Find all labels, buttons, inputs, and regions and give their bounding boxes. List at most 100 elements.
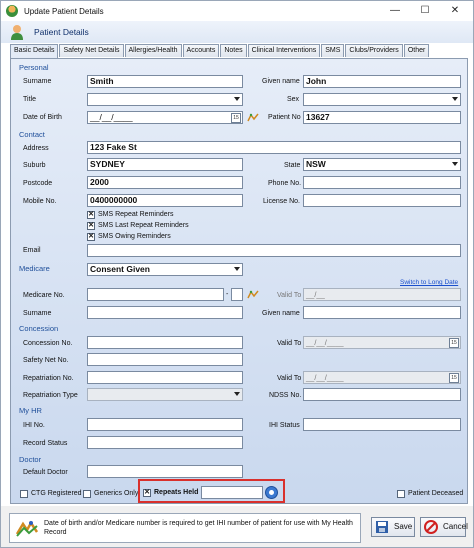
patient-no-field: 13627 [303,111,461,124]
state-value: NSW [306,159,326,169]
concession-valid-to-value: __/__/____ [306,338,344,347]
update-patient-window: Update Patient Details — ☐ ✕ Patient Det… [0,0,474,548]
repeats-held-checkbox[interactable]: ✕ [143,489,151,497]
sms-last-repeat-checkbox[interactable]: ✕ [87,222,95,230]
tab-clubs-providers[interactable]: Clubs/Providers [345,44,403,57]
tab-strip: Basic Details Safety Net Details Allergi… [10,44,430,58]
calendar-icon[interactable]: 15 [449,338,459,348]
ihi-note: Date of birth and/or Medicare number is … [9,513,361,543]
repatriation-no-input[interactable] [87,371,243,384]
tab-other[interactable]: Other [403,44,430,57]
medicare-status-select[interactable]: Consent Given [87,263,243,276]
default-doctor-label: Default Doctor [23,469,68,476]
minimize-button[interactable]: — [384,3,406,18]
sms-last-repeat-label: SMS Last Repeat Reminders [98,222,189,229]
repatriation-type-select[interactable] [87,388,243,401]
switch-long-date-link[interactable]: Switch to Long Date [400,279,458,286]
sms-owing-checkbox[interactable]: ✕ [87,233,95,241]
tab-sms[interactable]: SMS [321,44,345,57]
tab-clinical-interventions[interactable]: Clinical Interventions [247,44,321,57]
calendar-icon[interactable]: 15 [231,113,241,123]
person-icon [11,25,23,40]
dob-input[interactable]: __/__/____ 15 [87,111,243,124]
window-title: Update Patient Details [24,6,104,16]
ihi-no-label: IHI No. [23,422,45,429]
chevron-down-icon [452,97,458,101]
ndss-input[interactable] [303,388,461,401]
maximize-button[interactable]: ☐ [414,3,436,18]
history-icon[interactable] [247,113,259,122]
generics-only-checkbox[interactable] [83,490,91,498]
medicare-surname-label: Surname [23,310,52,317]
concession-valid-to-input[interactable]: __/__/____ 15 [303,336,461,349]
email-input[interactable] [87,244,461,257]
repatriation-valid-to-value: __/__/____ [306,373,344,382]
ihi-no-input[interactable] [87,418,243,431]
state-select[interactable]: NSW [303,158,461,171]
repeats-held-label: Repeats Held [154,489,199,496]
save-icon [376,521,388,533]
medicare-given-label: Given name [262,310,300,317]
chevron-down-icon [234,97,240,101]
postcode-input[interactable]: 2000 [87,176,243,189]
sex-select[interactable] [303,93,461,106]
medicare-no-input[interactable] [87,288,224,301]
cancel-label: Cancel [443,522,468,531]
history-icon[interactable] [247,290,259,299]
medicare-given-input[interactable] [303,306,461,319]
phone-label: Phone No. [268,180,302,187]
ihi-note-text: Date of birth and/or Medicare number is … [44,520,353,536]
tab-allergies-health[interactable]: Allergies/Health [124,44,182,57]
license-label: License No. [263,198,300,205]
suburb-label: Suburb [23,162,46,169]
suburb-input[interactable]: SYDNEY [87,158,243,171]
patient-deceased-checkbox[interactable] [397,490,405,498]
save-button[interactable]: Save [371,517,415,537]
concession-valid-to-label: Valid To [277,340,302,347]
record-status-label: Record Status [23,440,68,447]
close-button[interactable]: ✕ [444,3,466,18]
tab-safety-net-details[interactable]: Safety Net Details [59,44,124,57]
address-input[interactable]: 123 Fake St [87,141,461,154]
lookup-icon[interactable] [265,486,278,499]
medicare-valid-to-label: Valid To [277,292,302,299]
concession-no-label: Concession No. [23,340,73,347]
tab-accounts[interactable]: Accounts [182,44,220,57]
address-label: Address [23,145,49,152]
patient-deceased-label: Patient Deceased [408,490,464,497]
patient-no-label: Patient No [268,114,301,121]
ctg-registered-label: CTG Registered [31,490,82,497]
cancel-button[interactable]: Cancel [420,517,468,537]
ndss-label: NDSS No. [269,392,302,399]
license-input[interactable] [303,194,461,207]
section-doctor: Doctor [19,455,42,464]
surname-label: Surname [23,78,52,85]
medicare-status-value: Consent Given [90,264,150,274]
medicare-surname-input[interactable] [87,306,243,319]
section-concession: Concession [19,324,59,333]
medicare-valid-to-input[interactable]: __/__ [303,288,461,301]
surname-input[interactable]: Smith [87,75,243,88]
tab-basic-details[interactable]: Basic Details [10,44,59,58]
tab-notes[interactable]: Notes [220,44,247,57]
safety-net-input[interactable] [87,353,243,366]
repeats-held-input[interactable] [201,486,263,499]
title-select[interactable] [87,93,243,106]
default-doctor-input[interactable] [87,465,243,478]
chevron-down-icon [234,267,240,271]
phone-input[interactable] [303,176,461,189]
concession-no-input[interactable] [87,336,243,349]
page-title: Patient Details [34,27,89,37]
mobile-input[interactable]: 0400000000 [87,194,243,207]
ihi-status-field[interactable] [303,418,461,431]
ctg-registered-checkbox[interactable] [20,490,28,498]
medicare-dash: - [226,291,229,298]
repatriation-valid-to-input[interactable]: __/__/____ 15 [303,371,461,384]
calendar-icon[interactable]: 15 [449,373,459,383]
given-name-input[interactable]: John [303,75,461,88]
app-icon [6,5,18,17]
medicare-irn-input[interactable] [231,288,243,301]
record-status-field[interactable] [87,436,243,449]
sms-repeat-checkbox[interactable]: ✕ [87,211,95,219]
patient-header: Patient Details [1,21,473,43]
